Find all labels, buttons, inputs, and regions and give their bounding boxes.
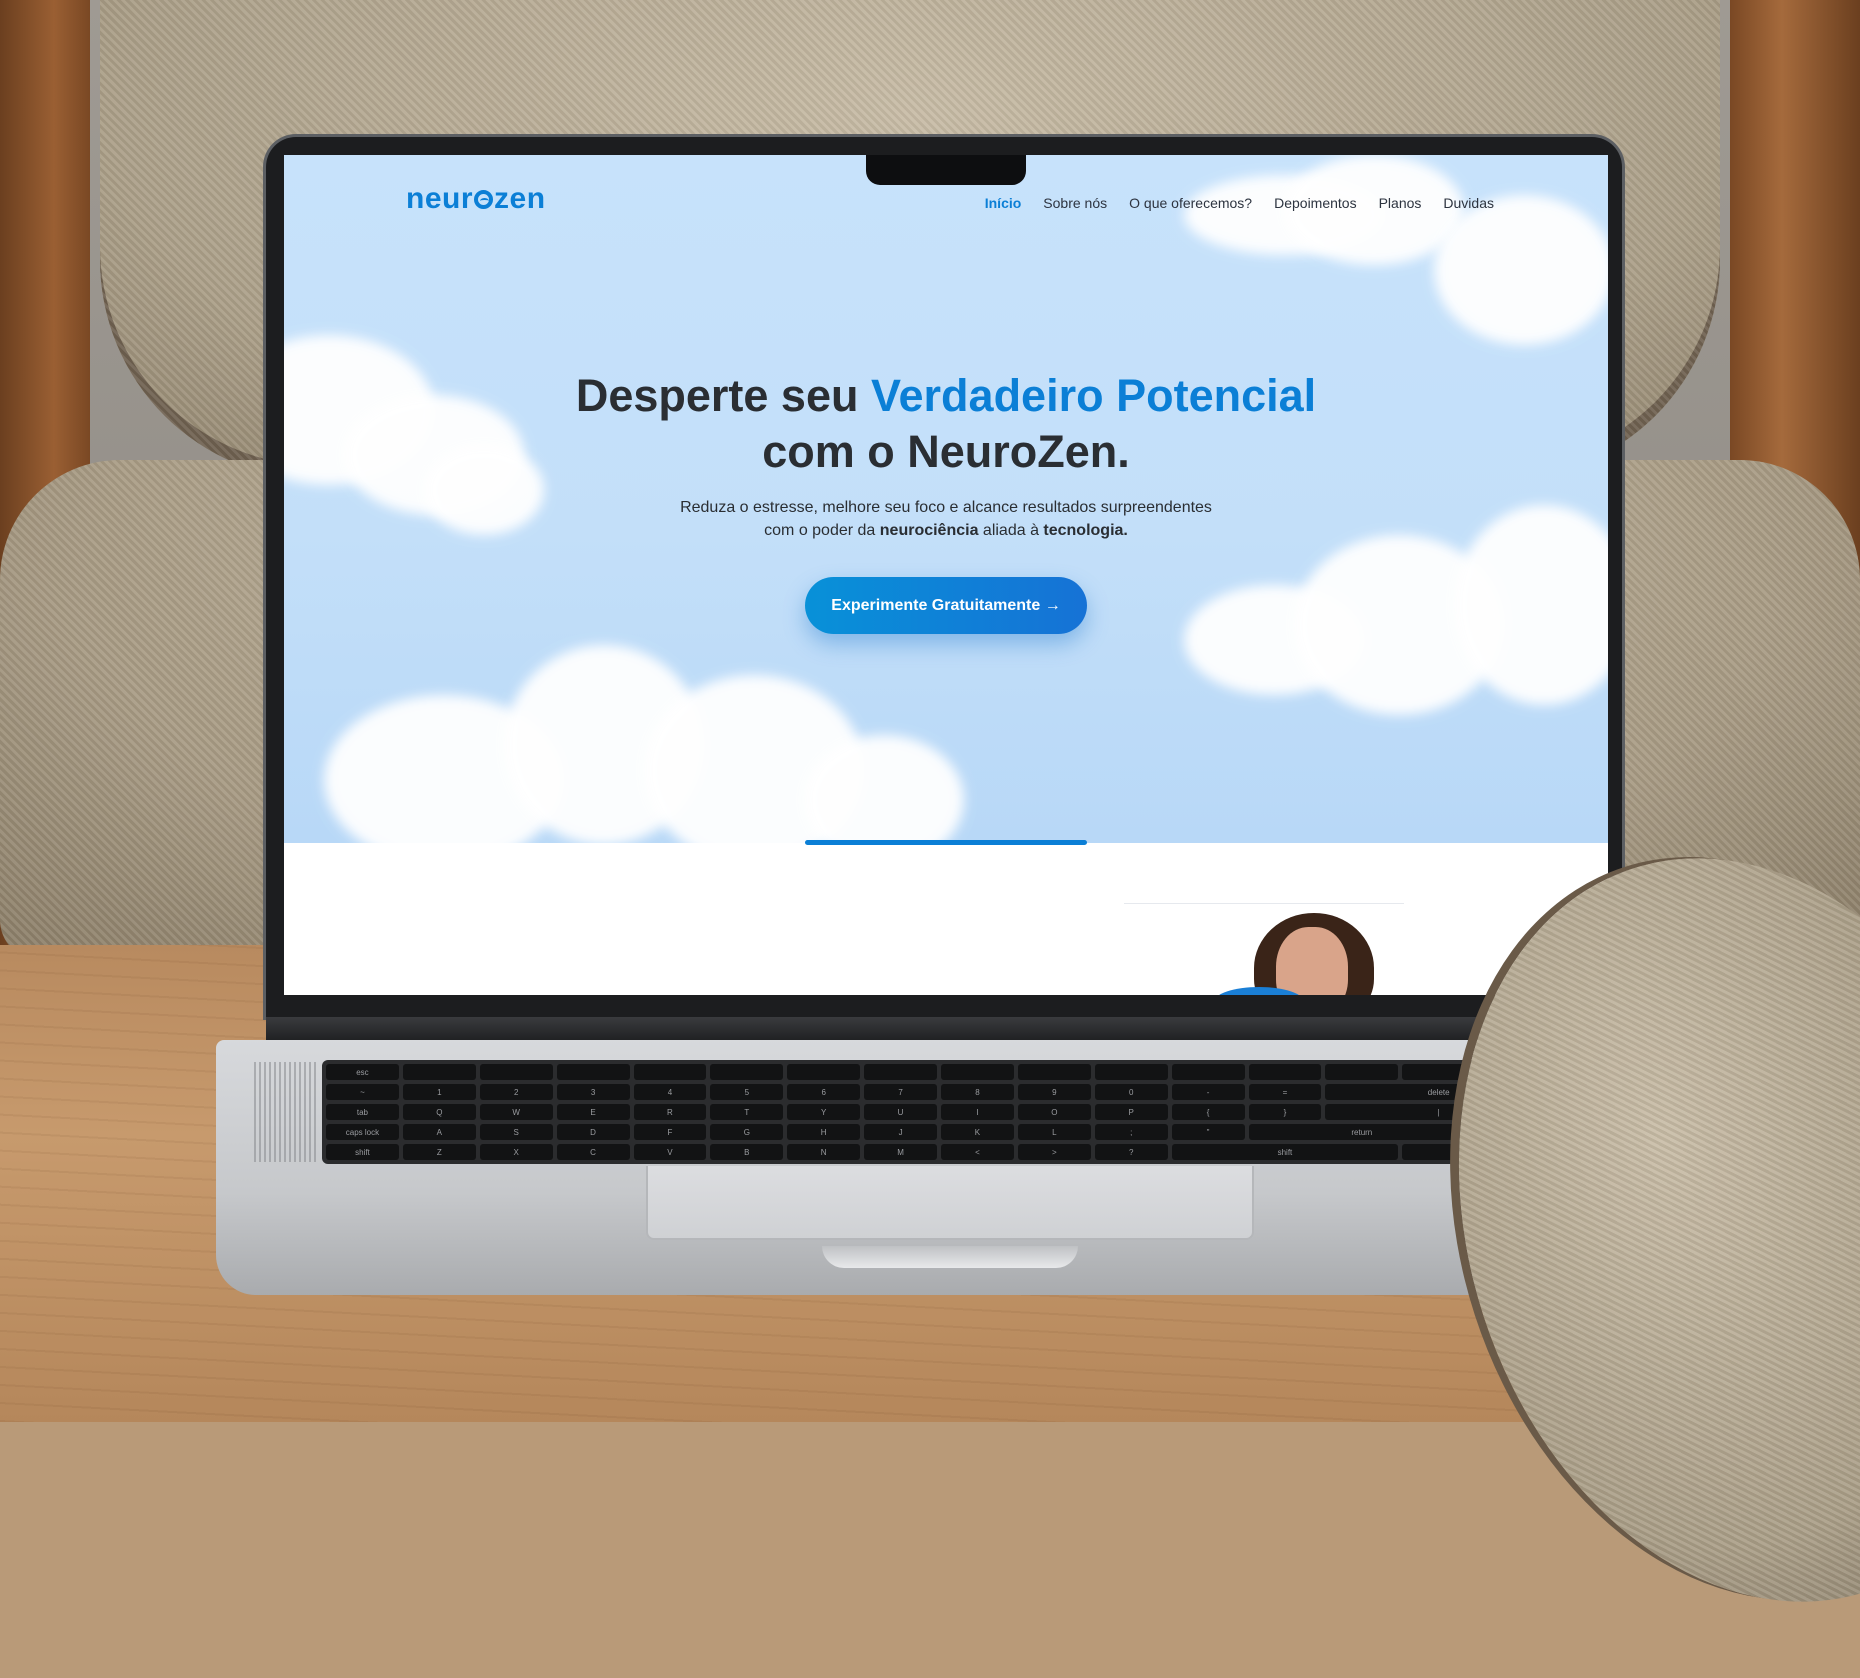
key (402, 1064, 476, 1080)
camera-notch (866, 155, 1026, 185)
subtext-bold-tecnologia: tecnologia. (1043, 522, 1128, 539)
key: S (479, 1124, 553, 1140)
subtext-line2-pre: com o poder da (764, 522, 880, 539)
hero-section: neur zen Início Sobre nós O que oferecemo… (284, 155, 1608, 843)
key: 0 (1094, 1084, 1168, 1100)
key: > (1017, 1144, 1091, 1160)
key: U (864, 1104, 937, 1120)
key: ~ (326, 1084, 399, 1100)
key: 2 (479, 1084, 553, 1100)
headline-accent: Verdadeiro Potencial (870, 370, 1317, 421)
key: 3 (556, 1084, 630, 1100)
key: O (1017, 1104, 1091, 1120)
key: E (556, 1104, 630, 1120)
key: I (941, 1104, 1014, 1120)
key: 9 (1017, 1084, 1091, 1100)
key: shift (1171, 1144, 1399, 1160)
key: Z (402, 1144, 476, 1160)
key (633, 1064, 707, 1080)
key (864, 1064, 937, 1080)
nav-link-inicio[interactable]: Início (985, 195, 1022, 211)
key: 1 (402, 1084, 476, 1100)
subtext-bold-neurociencia: neurociência (879, 522, 979, 539)
brand-logo[interactable]: neur zen (406, 182, 546, 216)
key: J (864, 1124, 937, 1140)
key: C (556, 1144, 630, 1160)
key (1402, 1064, 1476, 1080)
key: return (1248, 1124, 1476, 1140)
section-divider (1124, 903, 1404, 904)
key: " (1171, 1124, 1245, 1140)
nav-link-depoimentos[interactable]: Depoimentos (1274, 195, 1357, 211)
key: esc (326, 1064, 399, 1080)
key: Q (402, 1104, 476, 1120)
nav-link-duvidas[interactable]: Duvidas (1443, 195, 1494, 211)
nav-menu: Início Sobre nós O que oferecemos? Depoi… (985, 195, 1494, 211)
key: < (941, 1144, 1014, 1160)
nav-link-sobre-nos[interactable]: Sobre nós (1043, 195, 1107, 211)
key: K (941, 1124, 1014, 1140)
key (1017, 1064, 1091, 1080)
key: 4 (633, 1084, 707, 1100)
key: F (633, 1124, 707, 1140)
laptop-keyboard: esc ~ 1 2 3 4 5 6 7 8 9 0- = delete tab Q W E R T Y U I O P{… (322, 1060, 1556, 1164)
logo-text-suffix: zen (494, 182, 546, 215)
nav-link-planos[interactable]: Planos (1379, 195, 1422, 211)
headline-part2: com o NeuroZen. (762, 426, 1130, 477)
laptop-screen: neur zen Início Sobre nós O que oferecemo… (284, 155, 1608, 995)
key: G (710, 1124, 784, 1140)
key: = (1248, 1084, 1322, 1100)
try-free-button[interactable]: Experimente Gratuitamente → (805, 577, 1087, 634)
key (1325, 1064, 1399, 1080)
key: V (633, 1144, 707, 1160)
key: 8 (941, 1084, 1014, 1100)
key: caps lock (326, 1124, 399, 1140)
key: ? (1094, 1144, 1168, 1160)
key: { (1171, 1104, 1245, 1120)
key: X (479, 1144, 553, 1160)
key: R (633, 1104, 707, 1120)
key: tab (326, 1104, 399, 1120)
key: 6 (787, 1084, 861, 1100)
nav-link-o-que-oferecemos[interactable]: O que oferecemos? (1129, 195, 1252, 211)
key: 5 (710, 1084, 784, 1100)
key: shift (326, 1144, 399, 1160)
face (1276, 927, 1348, 995)
key (479, 1064, 553, 1080)
logo-o-icon (474, 190, 494, 209)
key: 7 (864, 1084, 937, 1100)
key: ; (1094, 1124, 1168, 1140)
speaker-grille-left (254, 1062, 316, 1162)
trackpad (646, 1166, 1254, 1240)
key: H (787, 1124, 861, 1140)
key: } (1248, 1104, 1322, 1120)
key: M (864, 1144, 937, 1160)
slider-progress-bar (805, 840, 1087, 845)
key: D (556, 1124, 630, 1140)
key: A (402, 1124, 476, 1140)
key: B (710, 1144, 784, 1160)
key (1248, 1064, 1322, 1080)
key: - (1171, 1084, 1245, 1100)
key: N (787, 1144, 861, 1160)
key: P (1094, 1104, 1168, 1120)
key (1171, 1064, 1245, 1080)
hero-headline: Desperte seu Verdadeiro Potencial com o … (284, 368, 1608, 480)
key (787, 1064, 861, 1080)
logo-text-prefix: neur (406, 182, 474, 215)
subtext-line1: Reduza o estresse, melhore seu foco e al… (680, 499, 1212, 516)
laptop-opening-notch (822, 1246, 1078, 1268)
key: W (479, 1104, 553, 1120)
hero-subtext: Reduza o estresse, melhore seu foco e al… (284, 496, 1608, 542)
key (1094, 1064, 1168, 1080)
subtext-mid: aliada à (978, 522, 1044, 539)
key: T (710, 1104, 784, 1120)
key (941, 1064, 1014, 1080)
key (556, 1064, 630, 1080)
testimonial-photo (1214, 907, 1394, 995)
key (710, 1064, 784, 1080)
key: L (1017, 1124, 1091, 1140)
headline-part1: Desperte seu (575, 370, 871, 421)
key: Y (787, 1104, 861, 1120)
